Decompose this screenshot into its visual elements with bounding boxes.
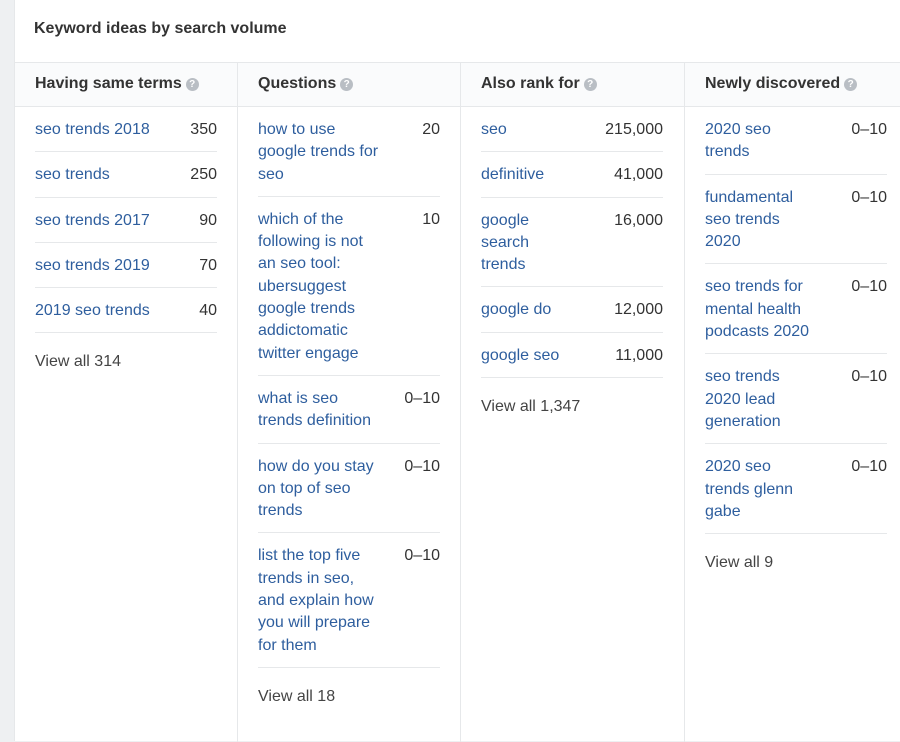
view-all-link[interactable]: View all 9 bbox=[705, 534, 887, 572]
keyword-link[interactable]: seo bbox=[481, 119, 581, 141]
column-having-same-terms: Having same terms? seo trends 2018 350 s… bbox=[15, 63, 237, 742]
keyword-link[interactable]: what is seo trends definition bbox=[258, 388, 382, 433]
keyword-row: fundamental seo trends 2020 0–10 bbox=[705, 175, 887, 265]
keyword-link[interactable]: 2019 seo trends bbox=[35, 300, 175, 322]
column-questions: Questions? how to use google trends for … bbox=[237, 63, 460, 742]
keyword-row: definitive 41,000 bbox=[481, 152, 663, 198]
keyword-link[interactable]: seo trends 2020 lead generation bbox=[705, 366, 810, 433]
keyword-row: seo trends 2020 lead generation 0–10 bbox=[705, 354, 887, 445]
view-all-link[interactable]: View all 18 bbox=[258, 668, 440, 706]
search-volume: 90 bbox=[199, 211, 217, 229]
keyword-list: how to use google trends for seo 20 whic… bbox=[238, 107, 440, 706]
search-volume: 0–10 bbox=[404, 389, 440, 407]
search-volume: 0–10 bbox=[851, 368, 887, 386]
search-volume: 16,000 bbox=[614, 211, 663, 229]
search-volume: 0–10 bbox=[851, 188, 887, 206]
keyword-link[interactable]: google do bbox=[481, 299, 581, 321]
search-volume: 250 bbox=[190, 166, 217, 184]
view-all-link[interactable]: View all 1,347 bbox=[481, 378, 663, 416]
help-icon[interactable]: ? bbox=[340, 78, 354, 91]
keyword-link[interactable]: google search trends bbox=[481, 210, 547, 277]
search-volume: 10 bbox=[422, 210, 440, 228]
keyword-row: 2020 seo trends 0–10 bbox=[705, 107, 887, 175]
keyword-row: seo trends 2017 90 bbox=[35, 198, 217, 243]
column-header-label: Questions bbox=[258, 75, 337, 92]
keyword-link[interactable]: how do you stay on top of seo trends bbox=[258, 456, 382, 523]
keyword-row: what is seo trends definition 0–10 bbox=[258, 376, 440, 444]
search-volume: 41,000 bbox=[614, 166, 663, 184]
column-header: Newly discovered? bbox=[685, 63, 900, 107]
keyword-row: seo trends for mental health podcasts 20… bbox=[705, 264, 887, 355]
keyword-link[interactable]: list the top five trends in seo, and exp… bbox=[258, 545, 382, 656]
column-header-label: Newly discovered bbox=[705, 75, 841, 92]
search-volume: 0–10 bbox=[404, 457, 440, 475]
column-also-rank-for: Also rank for? seo 215,000 definitive 41… bbox=[460, 63, 684, 742]
search-volume: 70 bbox=[199, 256, 217, 274]
search-volume: 215,000 bbox=[605, 121, 663, 138]
search-volume: 40 bbox=[199, 302, 217, 320]
keyword-row: list the top five trends in seo, and exp… bbox=[258, 533, 440, 668]
search-volume: 0–10 bbox=[851, 121, 887, 138]
keyword-row: which of the following is not an seo too… bbox=[258, 197, 440, 376]
keyword-list: 2020 seo trends 0–10 fundamental seo tre… bbox=[685, 107, 887, 572]
keyword-link[interactable]: fundamental seo trends 2020 bbox=[705, 187, 810, 254]
keyword-link[interactable]: seo trends 2017 bbox=[35, 210, 175, 232]
keyword-row: google seo 11,000 bbox=[481, 333, 663, 379]
column-header: Questions? bbox=[238, 63, 460, 107]
search-volume: 11,000 bbox=[615, 346, 663, 364]
keyword-link[interactable]: seo trends for mental health podcasts 20… bbox=[705, 276, 835, 343]
keyword-ideas-panel: Keyword ideas by search volume Having sa… bbox=[14, 0, 900, 742]
search-volume: 0–10 bbox=[851, 458, 887, 476]
keyword-row: 2020 seo trends glenn gabe 0–10 bbox=[705, 444, 887, 535]
keyword-link[interactable]: 2020 seo trends bbox=[705, 119, 810, 164]
keyword-list: seo trends 2018 350 seo trends 250 seo t… bbox=[15, 107, 217, 371]
keyword-columns: Having same terms? seo trends 2018 350 s… bbox=[15, 62, 900, 742]
column-header: Having same terms? bbox=[15, 63, 237, 107]
column-header-label: Also rank for bbox=[481, 75, 580, 92]
search-volume: 12,000 bbox=[614, 301, 663, 319]
keyword-row: seo trends 2018 350 bbox=[35, 107, 217, 153]
keyword-row: 2019 seo trends 40 bbox=[35, 288, 217, 334]
keyword-row: how to use google trends for seo 20 bbox=[258, 107, 440, 197]
keyword-row: google do 12,000 bbox=[481, 287, 663, 333]
help-icon[interactable]: ? bbox=[583, 78, 597, 91]
keyword-row: seo trends 2019 70 bbox=[35, 243, 217, 289]
keyword-link[interactable]: 2020 seo trends glenn gabe bbox=[705, 456, 810, 523]
help-icon[interactable]: ? bbox=[185, 78, 199, 91]
keyword-row: how do you stay on top of seo trends 0–1… bbox=[258, 444, 440, 534]
view-all-link[interactable]: View all 314 bbox=[35, 333, 217, 371]
keyword-list: seo 215,000 definitive 41,000 google sea… bbox=[461, 107, 663, 416]
keyword-link[interactable]: how to use google trends for seo bbox=[258, 119, 382, 186]
keyword-link[interactable]: seo trends 2019 bbox=[35, 255, 175, 277]
keyword-row: seo trends 250 bbox=[35, 152, 217, 198]
keyword-link[interactable]: google seo bbox=[481, 345, 581, 367]
keyword-link[interactable]: definitive bbox=[481, 164, 581, 186]
search-volume: 20 bbox=[422, 121, 440, 138]
column-header-label: Having same terms bbox=[35, 75, 182, 92]
help-icon[interactable]: ? bbox=[844, 78, 858, 91]
search-volume: 350 bbox=[190, 121, 217, 138]
column-header: Also rank for? bbox=[461, 63, 684, 107]
panel-title: Keyword ideas by search volume bbox=[34, 20, 287, 37]
search-volume: 0–10 bbox=[404, 547, 440, 565]
search-volume: 0–10 bbox=[851, 278, 887, 296]
keyword-link[interactable]: seo trends bbox=[35, 164, 175, 186]
keyword-link[interactable]: seo trends 2018 bbox=[35, 119, 175, 141]
keyword-row: seo 215,000 bbox=[481, 107, 663, 153]
keyword-link[interactable]: which of the following is not an seo too… bbox=[258, 209, 382, 365]
column-newly-discovered: Newly discovered? 2020 seo trends 0–10 f… bbox=[684, 63, 900, 742]
keyword-row: google search trends 16,000 bbox=[481, 198, 663, 288]
